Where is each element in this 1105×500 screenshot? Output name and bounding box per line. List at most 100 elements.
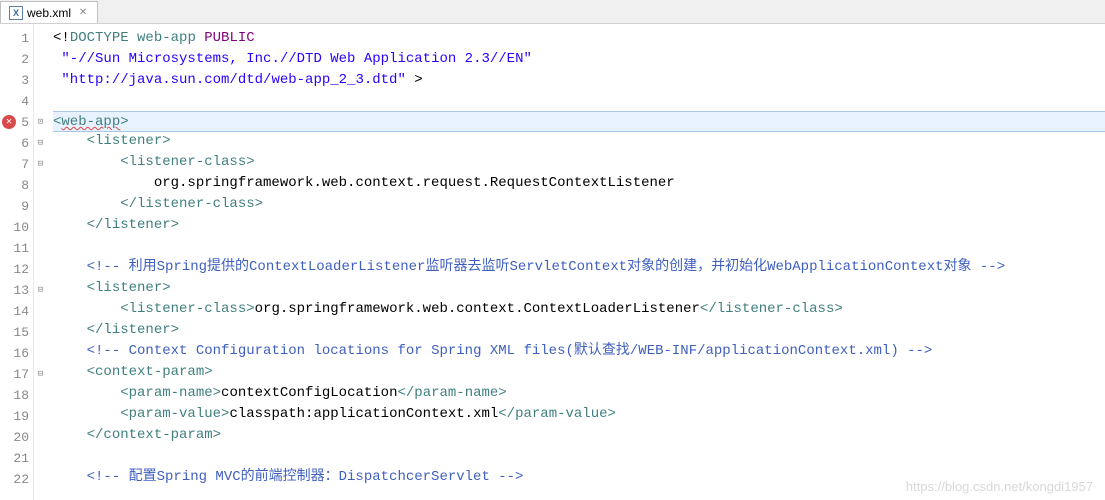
- code-token: [53, 154, 120, 170]
- code-token: [53, 364, 87, 380]
- line-number: 11: [0, 238, 33, 259]
- code-line[interactable]: [53, 236, 1105, 257]
- code-token: >: [120, 114, 128, 130]
- fold-mark: [34, 196, 47, 217]
- fold-mark: [34, 175, 47, 196]
- fold-mark: [34, 28, 47, 49]
- code-line[interactable]: <!-- 利用Spring提供的ContextLoaderListener监听器…: [53, 257, 1105, 278]
- tab-label: web.xml: [27, 6, 71, 20]
- code-token: <!: [53, 30, 70, 46]
- code-token: <context-param>: [87, 364, 213, 380]
- fold-mark: [34, 91, 47, 112]
- line-number: 5✕: [0, 112, 33, 133]
- fold-mark[interactable]: ⊟: [34, 280, 47, 301]
- code-line[interactable]: <web-app>: [53, 111, 1105, 132]
- code-token: >: [406, 72, 423, 88]
- fold-mark[interactable]: ⊡: [34, 112, 47, 133]
- fold-mark: [34, 448, 47, 469]
- line-number: 13: [0, 280, 33, 301]
- code-token: contextConfigLocation: [221, 385, 397, 401]
- code-line[interactable]: <param-name>contextConfigLocation</param…: [53, 383, 1105, 404]
- code-token: "-//Sun Microsystems, Inc.//DTD Web Appl…: [61, 51, 531, 67]
- fold-mark: [34, 238, 47, 259]
- code-line[interactable]: </listener>: [53, 215, 1105, 236]
- code-token: [53, 427, 87, 443]
- code-token: [53, 385, 120, 401]
- code-line[interactable]: "http://java.sun.com/dtd/web-app_2_3.dtd…: [53, 70, 1105, 91]
- code-line[interactable]: <!-- 配置Spring MVC的前端控制器：DispatchcerServl…: [53, 467, 1105, 488]
- code-line[interactable]: [53, 91, 1105, 112]
- line-number: 1: [0, 28, 33, 49]
- code-line[interactable]: "-//Sun Microsystems, Inc.//DTD Web Appl…: [53, 49, 1105, 70]
- code-token: <listener>: [87, 133, 171, 149]
- code-area[interactable]: <!DOCTYPE web-app PUBLIC "-//Sun Microsy…: [47, 24, 1105, 500]
- code-token: "http://java.sun.com/dtd/web-app_2_3.dtd…: [61, 72, 405, 88]
- code-line[interactable]: <context-param>: [53, 362, 1105, 383]
- fold-mark[interactable]: ⊟: [34, 364, 47, 385]
- code-token: <!-- Context Configuration locations for…: [87, 343, 933, 359]
- line-number: 18: [0, 385, 33, 406]
- close-icon[interactable]: ✕: [77, 7, 89, 19]
- line-number-gutter: 12345✕678910111213141516171819202122: [0, 24, 34, 500]
- code-token: [53, 259, 87, 275]
- code-token: [129, 30, 137, 46]
- code-token: <listener-class>: [120, 154, 254, 170]
- fold-mark: [34, 70, 47, 91]
- code-line[interactable]: <listener-class>: [53, 152, 1105, 173]
- code-line[interactable]: </listener-class>: [53, 194, 1105, 215]
- code-token: <param-name>: [120, 385, 221, 401]
- line-number: 6: [0, 133, 33, 154]
- code-token: </param-name>: [397, 385, 506, 401]
- code-line[interactable]: </listener>: [53, 320, 1105, 341]
- line-number: 15: [0, 322, 33, 343]
- fold-mark: [34, 406, 47, 427]
- code-token: </context-param>: [87, 427, 221, 443]
- code-line[interactable]: </context-param>: [53, 425, 1105, 446]
- fold-mark: [34, 217, 47, 238]
- code-token: [53, 280, 87, 296]
- line-number: 16: [0, 343, 33, 364]
- fold-mark: [34, 427, 47, 448]
- code-line[interactable]: <param-value>classpath:applicationContex…: [53, 404, 1105, 425]
- editor: 12345✕678910111213141516171819202122 ⊡⊟⊟…: [0, 24, 1105, 500]
- line-number: 22: [0, 469, 33, 490]
- line-number: 2: [0, 49, 33, 70]
- code-line[interactable]: <!DOCTYPE web-app PUBLIC: [53, 28, 1105, 49]
- code-token: <param-value>: [120, 406, 229, 422]
- fold-mark: [34, 343, 47, 364]
- line-number: 17: [0, 364, 33, 385]
- code-token: [53, 343, 87, 359]
- fold-gutter: ⊡⊟⊟⊟⊟: [34, 24, 47, 500]
- code-line[interactable]: org.springframework.web.context.request.…: [53, 173, 1105, 194]
- fold-mark[interactable]: ⊟: [34, 133, 47, 154]
- line-number: 4: [0, 91, 33, 112]
- line-number: 21: [0, 448, 33, 469]
- code-line[interactable]: [53, 446, 1105, 467]
- fold-mark: [34, 469, 47, 490]
- code-token: [53, 133, 87, 149]
- code-token: <listener>: [87, 280, 171, 296]
- fold-mark: [34, 301, 47, 322]
- line-number: 12: [0, 259, 33, 280]
- fold-mark[interactable]: ⊟: [34, 154, 47, 175]
- code-token: [53, 469, 87, 485]
- code-token: <!-- 利用Spring提供的ContextLoaderListener监听器…: [87, 259, 1006, 275]
- code-token: org.springframework.web.context.request.…: [53, 175, 675, 191]
- line-number: 10: [0, 217, 33, 238]
- error-icon[interactable]: ✕: [2, 115, 16, 129]
- code-token: web-app: [61, 114, 120, 130]
- code-token: classpath:applicationContext.xml: [229, 406, 498, 422]
- code-line[interactable]: <!-- Context Configuration locations for…: [53, 341, 1105, 362]
- code-token: PUBLIC: [204, 30, 254, 46]
- fold-mark: [34, 259, 47, 280]
- fold-mark: [34, 49, 47, 70]
- code-token: </listener-class>: [700, 301, 843, 317]
- code-line[interactable]: <listener-class>org.springframework.web.…: [53, 299, 1105, 320]
- editor-tab[interactable]: X web.xml ✕: [0, 1, 98, 23]
- code-token: <!-- 配置Spring MVC的前端控制器：DispatchcerServl…: [87, 469, 524, 485]
- code-token: DOCTYPE: [70, 30, 129, 46]
- fold-mark: [34, 322, 47, 343]
- code-line[interactable]: <listener>: [53, 131, 1105, 152]
- code-token: [53, 301, 120, 317]
- code-line[interactable]: <listener>: [53, 278, 1105, 299]
